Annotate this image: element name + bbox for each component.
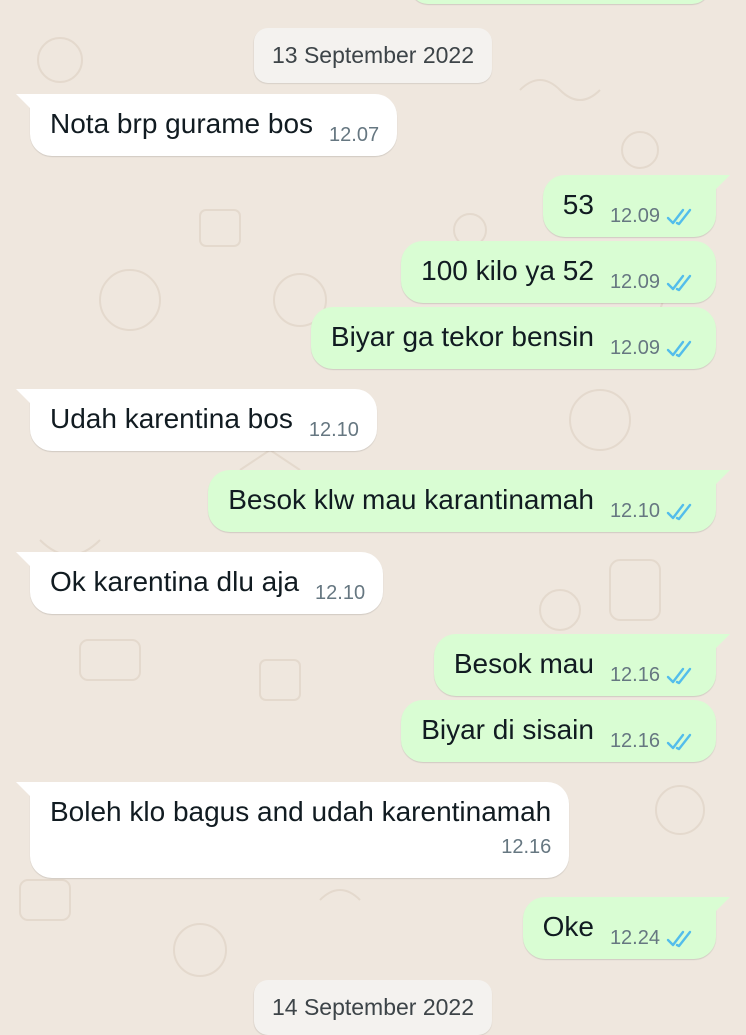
message-time: 12.07 [329,124,380,146]
message-time: 12.10 [609,500,660,522]
double-check-icon [666,733,692,750]
message-outgoing[interactable]: Biyar di sisain 12.16 [401,700,716,762]
message-text: Oke [542,911,594,942]
message-time: 12.09 [609,337,660,359]
message-incoming[interactable]: Nota brp gurame bos 12.07 [15,94,398,156]
double-check-icon [666,930,692,947]
message-text: Besok klw mau karantinamah [228,484,594,515]
message-text: 53 [562,189,594,220]
message-text: Boleh klo bagus and udah karentinamah [50,796,552,827]
message-time: 12.09 [609,205,660,227]
message-time: 12.10 [308,419,359,441]
message-time: 12.09 [609,271,660,293]
message-time: 12.16 [501,836,552,858]
message-incoming[interactable]: Ok karentina dlu aja 12.10 [15,552,384,614]
message-text: Ok karentina dlu aja [50,566,300,597]
message-outgoing[interactable]: Oke 12.24 [522,897,731,959]
message-text: Biyar di sisain [421,714,594,745]
double-check-icon [666,667,692,684]
message-outgoing[interactable]: 100 kilo ya 52 12.09 [401,241,716,303]
message-time: 12.16 [609,730,660,752]
message-text: Nota brp gurame bos [50,108,314,139]
previous-message-edge [410,0,710,4]
double-check-icon [666,340,692,357]
date-separator: 14 September 2022 [253,980,493,1035]
message-time: 12.16 [609,664,660,686]
message-outgoing[interactable]: 53 12.09 [542,175,731,237]
message-incoming[interactable]: Boleh klo bagus and udah karentinamah 12… [15,782,570,878]
message-outgoing[interactable]: Biyar ga tekor bensin 12.09 [310,307,716,369]
message-text: Besok mau [453,648,594,679]
message-outgoing[interactable]: Besok klw mau karantinamah 12.10 [208,470,730,532]
double-check-icon [666,274,692,291]
message-text: Biyar ga tekor bensin [330,321,594,352]
message-text: Udah karentina bos [50,403,293,434]
double-check-icon [666,503,692,520]
message-time: 12.10 [315,582,366,604]
message-incoming[interactable]: Udah karentina bos 12.10 [16,389,377,451]
message-outgoing[interactable]: Besok mau 12.16 [433,634,731,696]
double-check-icon [666,208,692,225]
date-separator: 13 September 2022 [253,28,493,83]
message-time: 12.24 [609,927,660,949]
message-text: 100 kilo ya 52 [421,255,594,286]
